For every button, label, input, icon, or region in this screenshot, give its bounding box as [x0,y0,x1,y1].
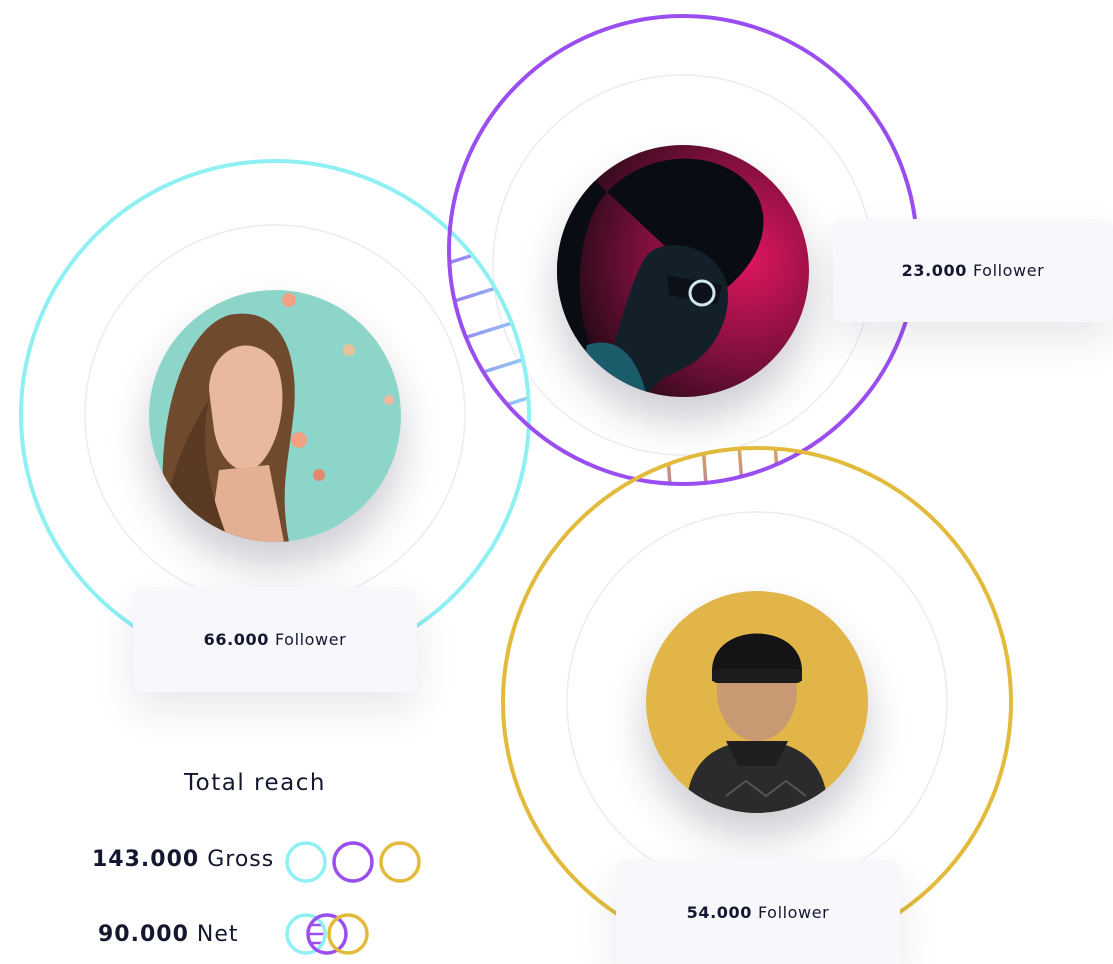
avatar-left [149,290,401,542]
avatar-bottom [646,591,868,813]
follower-label: Follower [274,630,347,649]
follower-label: Follower [972,261,1045,280]
gross-label: Gross [207,847,275,872]
follower-card-top: 23.000 Follower [833,219,1113,322]
total-reach-title: Total reach [184,770,326,796]
follower-count: 54.000 [686,902,752,922]
follower-label: Follower [757,902,830,922]
net-value: 90.000 [98,922,189,947]
portrait-photo-left [149,290,401,542]
overlap-hatch-left-top [449,226,529,484]
reach-diagram: 66.000 Follower 23.000 Follower 54.000 F… [0,0,1113,964]
net-row: 90.000 Net [98,922,239,947]
portrait-photo-top [557,145,809,397]
follower-count: 23.000 [901,261,967,280]
follower-card-left: 66.000 Follower [133,587,417,692]
overlap-hatch-top-bottom [592,448,856,484]
net-label: Net [196,922,239,947]
gross-legend-icon [285,841,421,883]
gross-row: 143.000 Gross [92,847,274,872]
portrait-photo-bottom [646,591,868,813]
follower-count: 66.000 [203,630,269,649]
follower-card-bottom: 54.000 Follower [616,860,900,964]
gross-value: 143.000 [92,847,200,872]
avatar-top [557,145,809,397]
net-legend-icon [285,913,369,955]
